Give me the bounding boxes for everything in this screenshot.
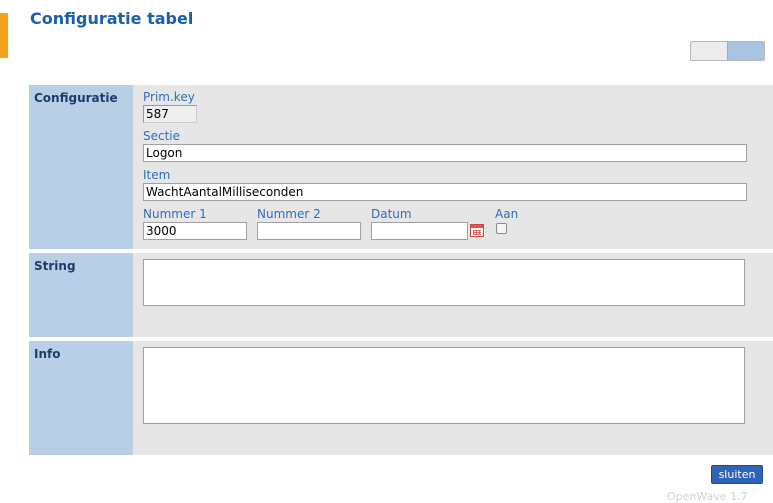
close-button[interactable]: sluiten — [711, 465, 763, 484]
configuratie-section-body: Prim.key 587 Sectie Logon Item WachtAant… — [133, 85, 773, 249]
string-section: String — [29, 253, 773, 337]
nummer2-label: Nummer 2 — [257, 207, 321, 221]
calendar-icon[interactable] — [470, 224, 484, 237]
string-section-label: String — [29, 253, 133, 337]
view-toggle[interactable] — [690, 41, 765, 61]
aan-label: Aan — [495, 207, 519, 221]
accent-bar — [0, 13, 8, 58]
prim-key-field: 587 — [143, 105, 197, 123]
configuratie-section-label: Configuratie — [29, 85, 133, 249]
datum-input[interactable] — [371, 222, 468, 240]
configuratie-section: Configuratie Prim.key 587 Sectie Logon I… — [29, 85, 773, 249]
sectie-label: Sectie — [143, 129, 181, 143]
info-textarea[interactable] — [143, 347, 745, 424]
string-textarea[interactable] — [143, 259, 745, 306]
nummer1-input[interactable]: 3000 — [143, 222, 247, 240]
toggle-option-left[interactable] — [691, 42, 727, 60]
item-label: Item — [143, 168, 171, 182]
info-section: Info — [29, 341, 773, 455]
prim-key-label: Prim.key — [143, 90, 195, 104]
item-input[interactable]: WachtAantalMilliseconden — [143, 183, 747, 201]
sectie-input[interactable]: Logon — [143, 144, 747, 162]
string-section-body — [133, 253, 773, 337]
nummer1-label: Nummer 1 — [143, 207, 207, 221]
page-title: Configuratie tabel — [30, 9, 194, 28]
toggle-option-right[interactable] — [727, 42, 764, 60]
datum-label: Datum — [371, 207, 412, 221]
aan-checkbox[interactable] — [496, 223, 507, 234]
info-section-label: Info — [29, 341, 133, 455]
info-section-body — [133, 341, 773, 455]
nummer2-input[interactable] — [257, 222, 361, 240]
